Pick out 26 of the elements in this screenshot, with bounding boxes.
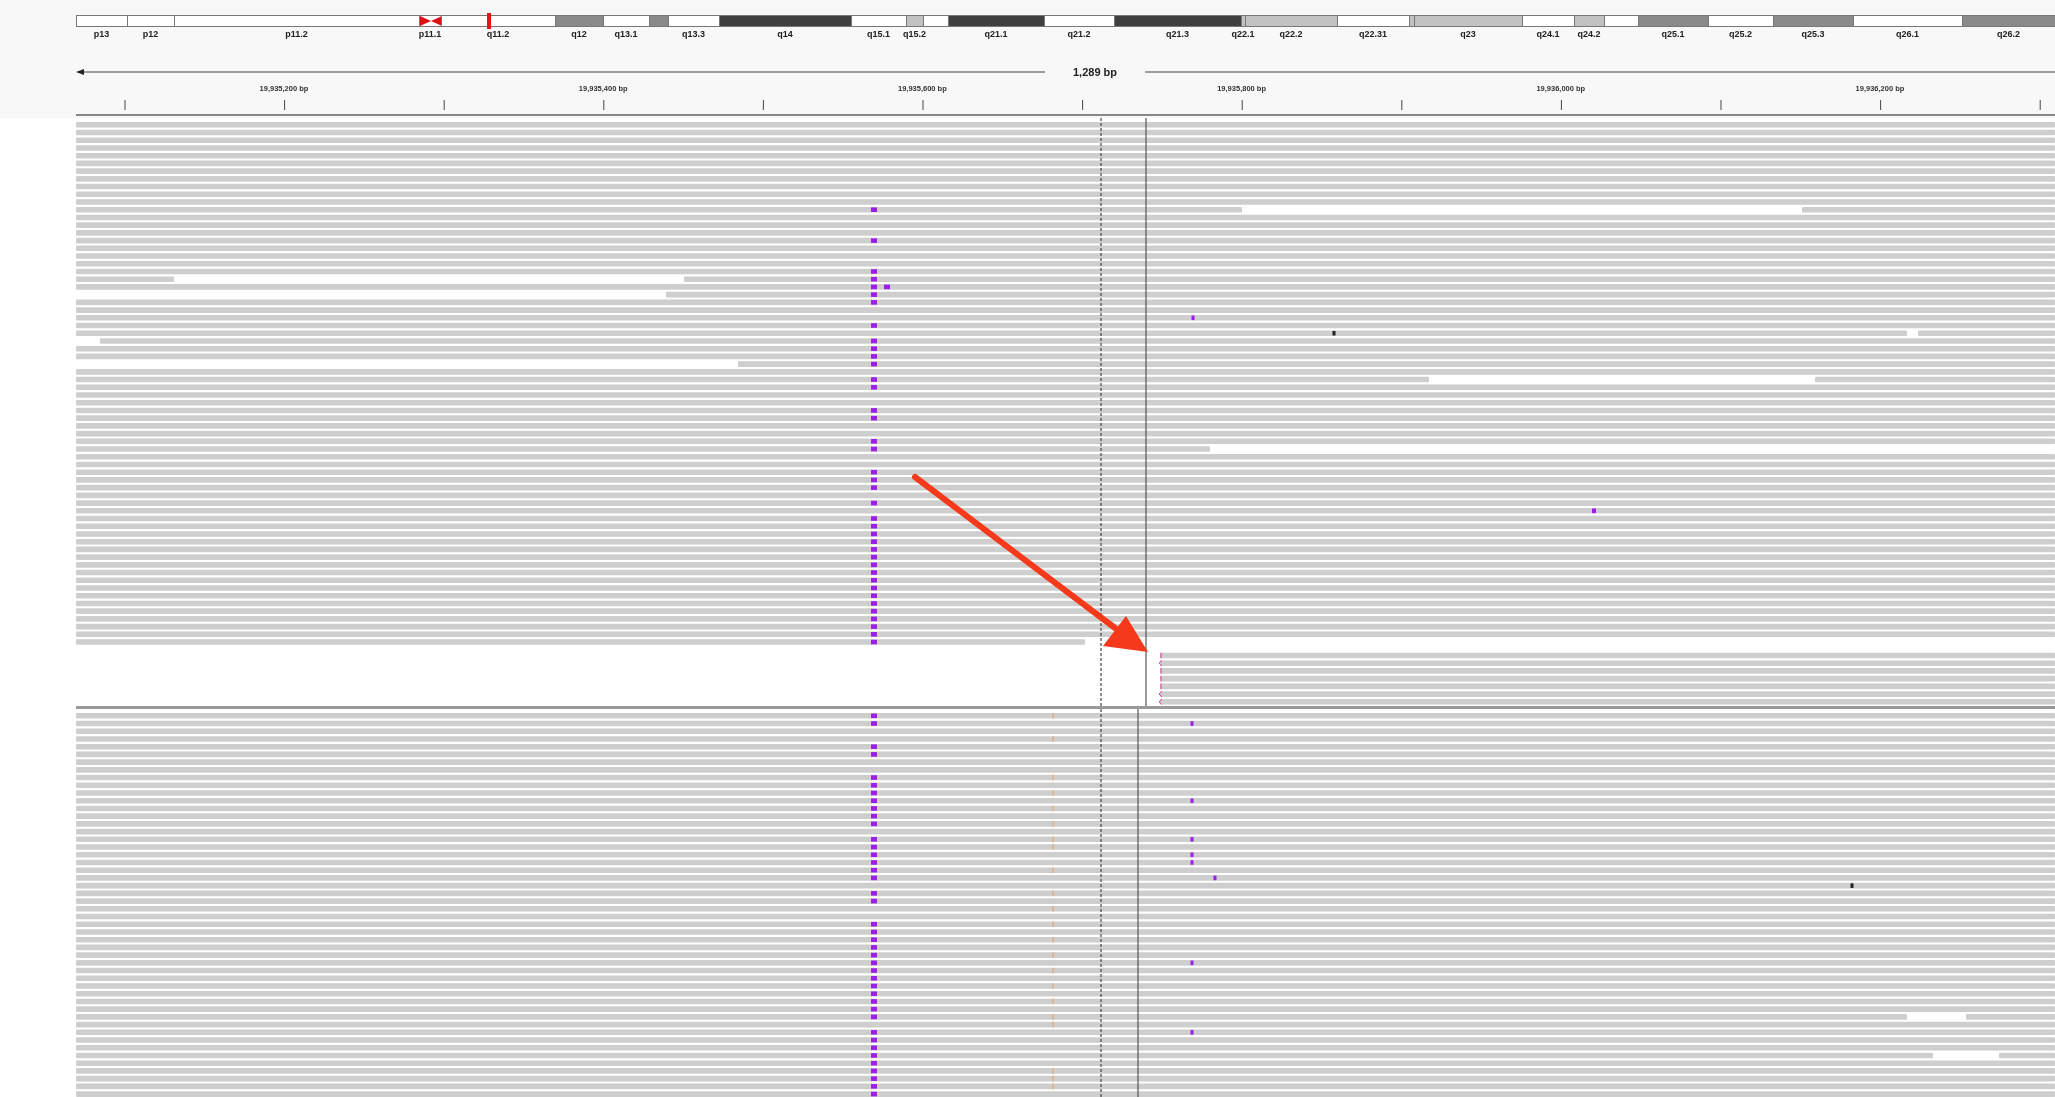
band-label: q15.1: [867, 29, 890, 40]
band-label: q22.2: [1279, 29, 1303, 40]
band-label: q13.3: [682, 29, 705, 40]
band-label: p11.1: [418, 29, 442, 40]
band-label: q24.2: [1577, 29, 1601, 40]
band-label: p11.2: [285, 29, 308, 40]
band-label: q11.2: [486, 29, 510, 40]
band-label: q13.1: [614, 29, 638, 40]
band-label: q12: [571, 29, 587, 40]
band-label: q22.31: [1359, 29, 1387, 40]
band-label: q25.2: [1729, 29, 1752, 40]
band-label: q21.2: [1067, 29, 1091, 40]
band-label: q14: [777, 29, 793, 40]
band-label: q21.1: [984, 29, 1008, 40]
band-label: q15.2: [903, 29, 926, 40]
band-label: q21.3: [1166, 29, 1189, 40]
band-label: p12: [142, 29, 159, 40]
band-label: q23: [1460, 29, 1476, 40]
band-label: q24.1: [1536, 29, 1560, 40]
band-label: q25.1: [1661, 29, 1685, 40]
band-label: q25.3: [1801, 29, 1825, 40]
span-label: 1,289 bp: [1073, 66, 1117, 78]
band-label: q26.1: [1896, 29, 1919, 40]
band-label: q26.2: [1997, 29, 2020, 40]
band-label: p13: [93, 29, 110, 40]
band-label: q22.1: [1231, 29, 1255, 40]
